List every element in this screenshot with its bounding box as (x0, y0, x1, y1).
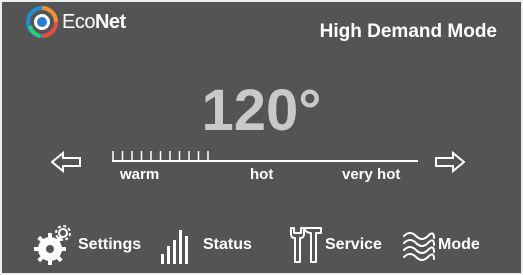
econet-logo-icon (26, 6, 58, 38)
logo-text-net: Net (94, 10, 126, 33)
service-label: Service (325, 236, 382, 253)
gears-icon (34, 225, 71, 265)
thermostat-screen: EcoNet High Demand Mode 120° warm hot ve… (0, 0, 523, 275)
econet-logo: EcoNet (26, 6, 126, 38)
mode-label: Mode (438, 236, 480, 253)
logo-text: EcoNet (62, 11, 126, 34)
scale-label-warm: warm (120, 166, 160, 183)
scale-label-very-hot: very hot (342, 166, 401, 183)
status-button[interactable]: Status (157, 218, 252, 266)
service-button[interactable]: Service (285, 218, 382, 266)
settings-button[interactable]: Settings (34, 218, 141, 266)
bar-chart-icon (161, 230, 188, 264)
waves-icon (403, 232, 435, 261)
mode-title: High Demand Mode (319, 21, 497, 42)
left-arrow-icon[interactable] (51, 151, 81, 173)
status-label: Status (203, 236, 252, 253)
temperature-readout: 120° (201, 78, 322, 143)
logo-text-eco: Eco (62, 10, 95, 33)
temperature-scale-track (112, 151, 418, 162)
scale-label-hot: hot (250, 166, 274, 183)
bottom-menu: Settings Status Service Mode (2, 218, 521, 268)
tools-icon (290, 227, 322, 263)
temperature-scale[interactable]: warm hot very hot (110, 145, 420, 185)
right-arrow-icon[interactable] (435, 151, 465, 173)
settings-label: Settings (78, 236, 142, 253)
mode-button[interactable]: Mode (402, 218, 480, 266)
